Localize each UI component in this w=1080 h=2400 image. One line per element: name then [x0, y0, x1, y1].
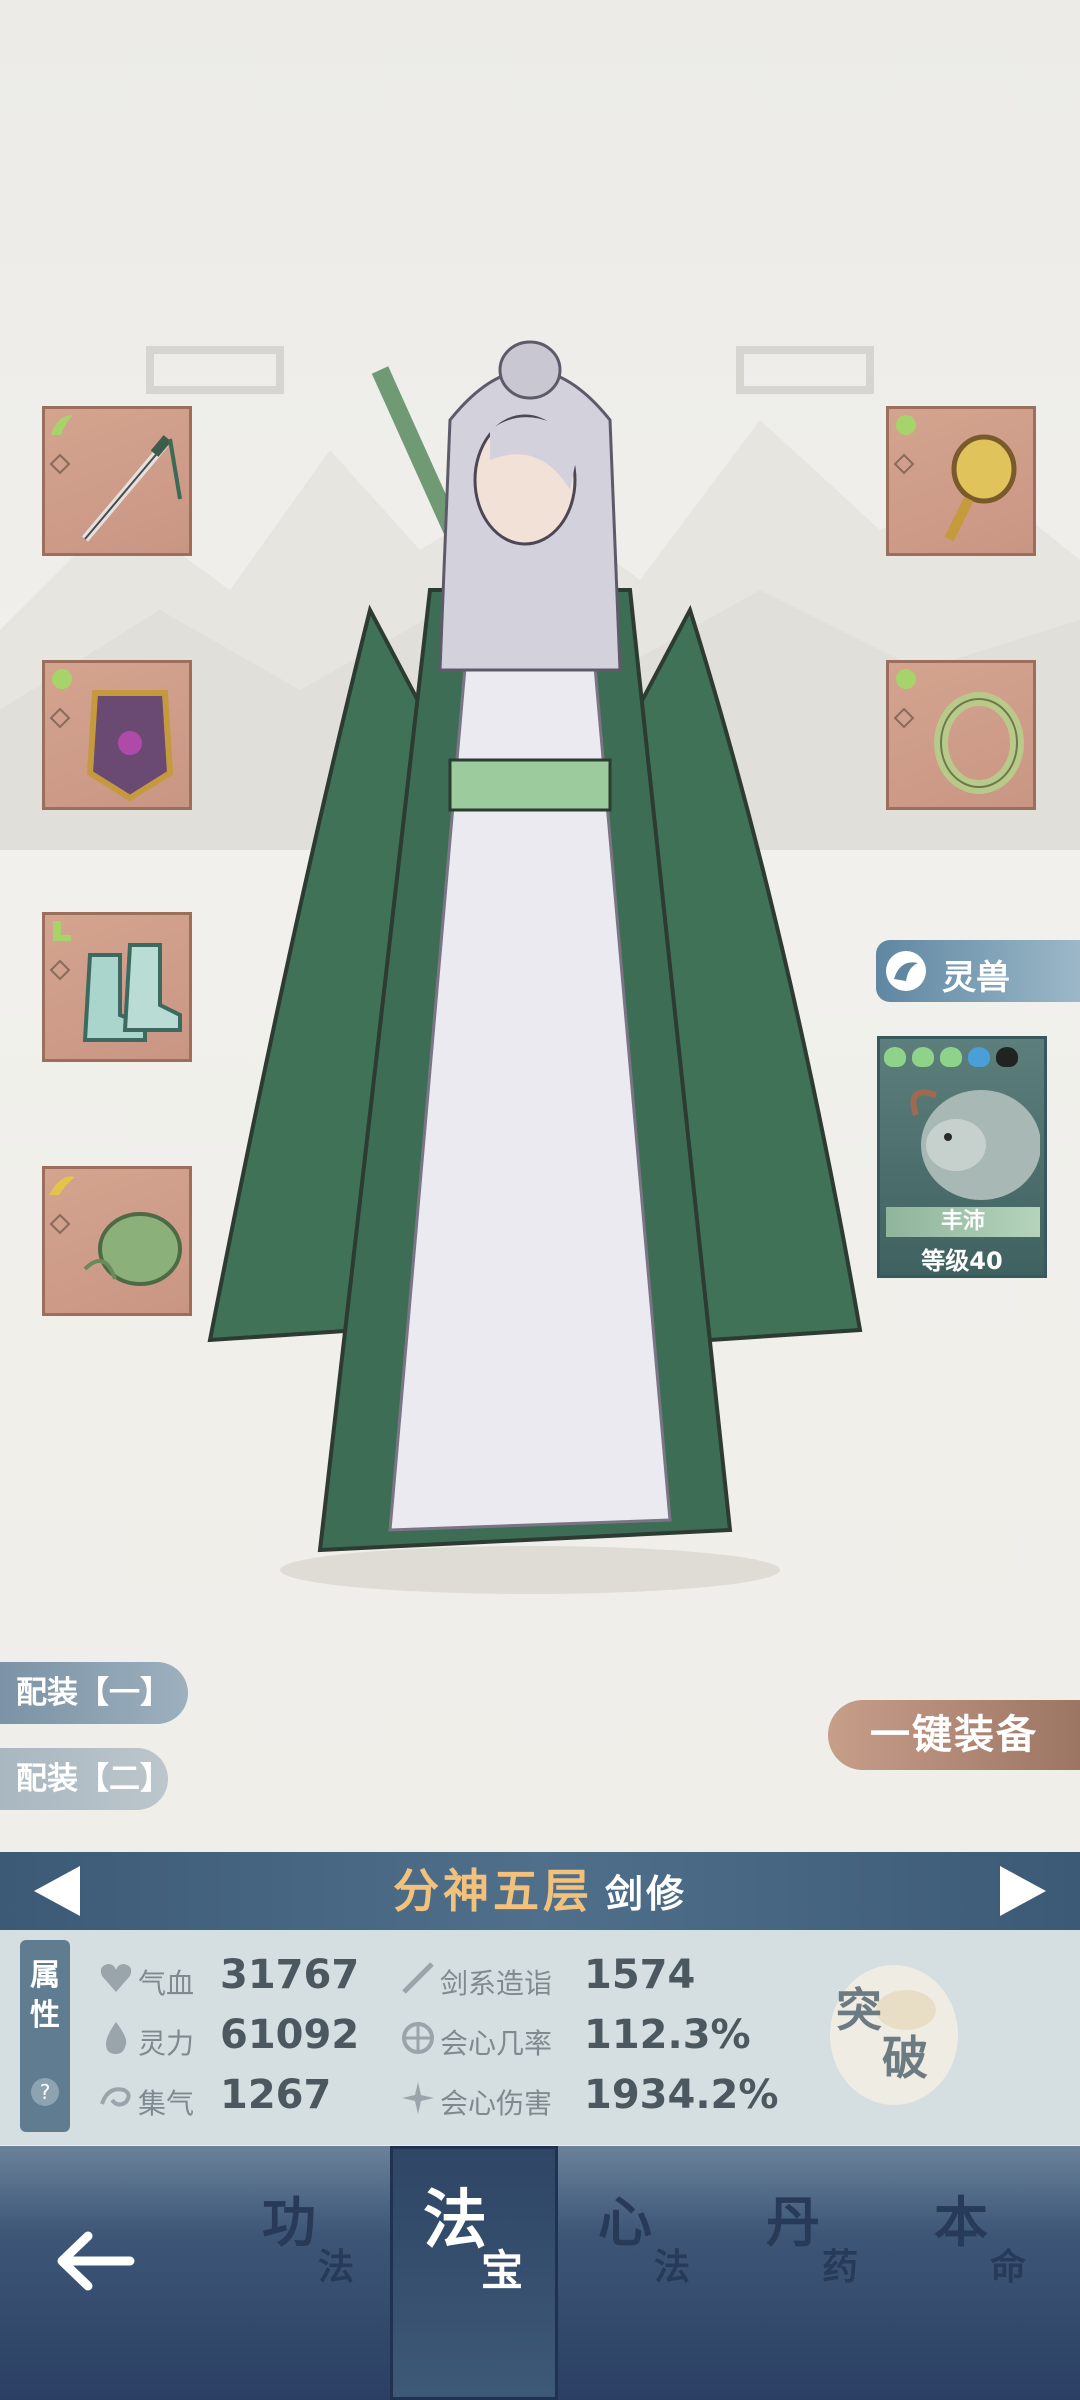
- equipment-slot-mirror[interactable]: [886, 406, 1036, 556]
- slot-grade-icon: [51, 415, 73, 435]
- spirit-beast-label: 灵兽: [942, 958, 1010, 998]
- tab-char1: 心: [598, 2191, 652, 2254]
- stat-value: 1267: [220, 2072, 332, 2118]
- pet-paw-icon: [968, 1047, 990, 1067]
- help-icon[interactable]: ?: [31, 2078, 59, 2106]
- pet-level: 等级40: [921, 1247, 1003, 1275]
- breakthrough-button[interactable]: 突 破: [826, 1960, 962, 2110]
- slot-grade-icon: [52, 669, 72, 689]
- rune-icon: [49, 707, 71, 729]
- breakthrough-char1: 突: [836, 1983, 882, 2037]
- pet-name: 丰沛: [886, 1207, 1040, 1237]
- tab-char2: 法: [318, 2247, 355, 2288]
- stat-value: 31767: [220, 1952, 360, 1998]
- stat-label: 剑系造诣: [440, 1967, 553, 2000]
- drop-icon: [106, 2022, 127, 2054]
- realm-bar: 分神五层 剑修: [0, 1852, 1080, 1930]
- tab-char1: 功: [262, 2191, 316, 2254]
- rune-icon: [893, 453, 915, 475]
- attributes-tab-char1: 属: [30, 1958, 60, 1993]
- tab-xinfa[interactable]: 心法: [558, 2146, 726, 2400]
- stat-label: 集气: [138, 2087, 195, 2120]
- tab-benming[interactable]: 本命: [894, 2146, 1062, 2400]
- tab-char2: 药: [822, 2247, 859, 2288]
- rune-icon: [49, 1213, 71, 1235]
- stat-label: 会心几率: [440, 2027, 553, 2060]
- rune-icon: [893, 707, 915, 729]
- equipment-slot-boots[interactable]: [42, 912, 192, 1062]
- pet-paw-icon: [884, 1047, 906, 1067]
- equipment-slot-bracelet[interactable]: [886, 660, 1036, 810]
- rune-icon: [49, 959, 71, 981]
- tab-fabao[interactable]: 法宝: [390, 2146, 558, 2400]
- breakthrough-char2: 破: [882, 2031, 928, 2085]
- bracelet-item-icon: [934, 692, 1024, 794]
- beast-icon: [886, 951, 926, 991]
- beast-portrait: [910, 1089, 1040, 1200]
- spirit-beast-card[interactable]: 丰沛 等级40: [877, 1036, 1047, 1278]
- stat-value: 61092: [220, 2012, 360, 2058]
- heart-icon: [100, 1964, 132, 1992]
- equipment-slot-accessory[interactable]: [42, 1166, 192, 1316]
- realm-class: 剑修: [604, 1872, 687, 1916]
- loadout-2-button[interactable]: 配装【二】: [0, 1748, 171, 1810]
- stat-label: 会心伤害: [440, 2087, 553, 2120]
- tab-char2: 法: [654, 2247, 691, 2288]
- slot-grade-icon: [896, 669, 916, 689]
- sword-icon: [402, 1962, 434, 1994]
- realm-stage: 分神五层: [392, 1864, 593, 1918]
- tab-char1: 法: [423, 2184, 487, 2258]
- loadout-1-button[interactable]: 配装【一】: [0, 1662, 188, 1724]
- stat-value: 112.3%: [584, 2012, 751, 2058]
- slot-grade-icon: [49, 1176, 75, 1195]
- next-arrow-icon[interactable]: [1000, 1866, 1046, 1916]
- herb-pouch-item-icon: [83, 1212, 182, 1286]
- bottom-nav: 功法 法宝 心法 丹药 本命: [0, 2146, 1080, 2400]
- pet-paw-icon: [940, 1047, 962, 1067]
- boots-item-icon: [82, 943, 182, 1042]
- burst-icon: [402, 2082, 434, 2114]
- pet-paw-icon: [996, 1047, 1018, 1067]
- realm-title: 分神五层 剑修: [0, 1852, 1080, 1941]
- spirit-beast-header[interactable]: 灵兽: [876, 940, 1080, 1002]
- back-arrow-icon[interactable]: [50, 2216, 140, 2306]
- sword-item-icon: [81, 435, 182, 542]
- equipment-slot-armor[interactable]: [42, 660, 192, 810]
- attributes-tab-char2: 性: [30, 1998, 60, 2033]
- rune-icon: [49, 453, 71, 475]
- equip-all-button[interactable]: 一键装备: [828, 1700, 1080, 1770]
- equipment-slot-weapon[interactable]: [42, 406, 192, 556]
- character-figure[interactable]: [170, 330, 890, 1610]
- swirl-icon: [100, 2087, 131, 2107]
- crit-icon: [402, 2022, 434, 2054]
- tab-char1: 丹: [766, 2191, 820, 2254]
- tab-char1: 本: [934, 2191, 988, 2254]
- attributes-tab[interactable]: 属 性 ?: [20, 1940, 70, 2132]
- tab-gongfa[interactable]: 功法: [222, 2146, 390, 2400]
- slot-grade-icon: [53, 921, 71, 941]
- tab-danyao[interactable]: 丹药: [726, 2146, 894, 2400]
- stat-label: 灵力: [138, 2027, 195, 2060]
- tab-char2: 命: [990, 2247, 1027, 2288]
- stat-value: 1574: [584, 1952, 696, 1998]
- slot-grade-icon: [896, 415, 916, 435]
- pet-paw-icon: [912, 1047, 934, 1067]
- tab-char2: 宝: [481, 2246, 524, 2295]
- stat-label: 气血: [138, 1967, 195, 2000]
- armor-item-icon: [86, 690, 174, 802]
- mirror-item-icon: [944, 434, 1017, 542]
- stat-value: 1934.2%: [584, 2072, 779, 2118]
